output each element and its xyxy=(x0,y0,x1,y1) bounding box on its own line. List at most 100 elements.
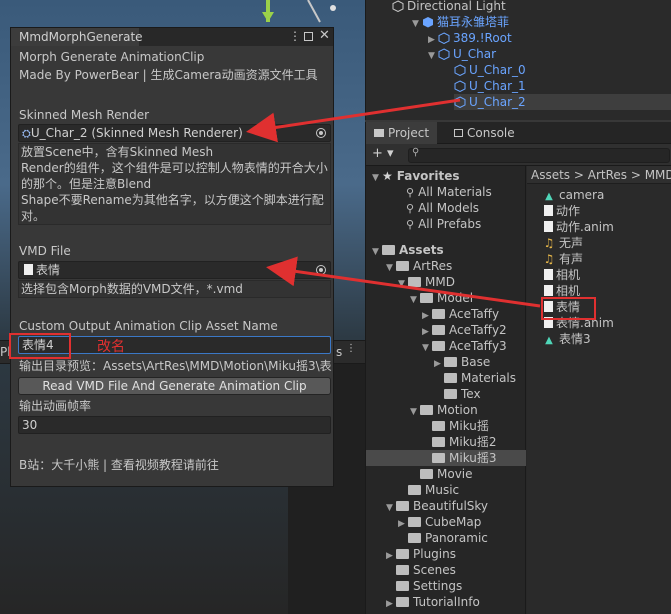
asset-item[interactable]: ♫ 有声 xyxy=(542,251,583,267)
tree-item-label: Motion xyxy=(437,403,478,417)
breadcrumb[interactable]: Assets > ArtRes > MMD xyxy=(527,166,671,184)
panel-controls-icon[interactable]: ⋮ xyxy=(346,343,356,354)
file-icon xyxy=(544,285,553,296)
asset-label: 动作 xyxy=(556,204,581,218)
gameobject-icon xyxy=(392,0,404,13)
asset-item[interactable]: ▲ camera xyxy=(542,187,604,203)
scene-strip-right[interactable]: s xyxy=(336,345,342,359)
tree-item-label: AceTaffy xyxy=(449,307,500,321)
tree-item-label: Assets xyxy=(399,243,444,257)
hierarchy-item-selected[interactable]: U_Char_2 xyxy=(454,94,671,110)
footer-text: B站：大千小熊 | 查看视频教程请前往 xyxy=(19,458,219,472)
tree-item-label: Miku摇 xyxy=(449,419,489,433)
folder-icon xyxy=(420,405,433,415)
tree-item-search[interactable]: ⚲ All Prefabs xyxy=(396,216,481,232)
gameobject-icon xyxy=(438,48,450,61)
expand-arrow-icon[interactable]: ▼ xyxy=(412,16,422,32)
project-panel: Project Console + ▾ ⚲ ▼ ★ Favorites ⚲ All Ma… xyxy=(365,122,671,614)
asset-item[interactable]: ♫ 无声 xyxy=(542,235,583,251)
window-tabbar: MmdMorphGenerate ⋮ ✕ xyxy=(11,28,333,46)
audio-icon: ♫ xyxy=(543,236,555,250)
prefab-icon xyxy=(422,16,434,28)
gameobject-icon xyxy=(454,80,466,93)
more-options-icon[interactable]: ⋮ xyxy=(289,29,301,43)
tree-item-folder[interactable]: Movie xyxy=(410,466,473,482)
skinned-mesh-field[interactable]: ⛭U_Char_2 (Skinned Mesh Renderer) xyxy=(18,124,331,142)
tree-item-label: Panoramic xyxy=(425,531,488,545)
tree-item-folder[interactable]: Miku摇3 xyxy=(366,450,526,466)
tree-item-folder[interactable]: ▼ Assets xyxy=(372,242,444,258)
tree-item-star[interactable]: ▼ ★ Favorites xyxy=(372,168,459,184)
window-tab[interactable]: MmdMorphGenerate xyxy=(11,28,143,46)
tree-item-label: Materials xyxy=(461,371,517,385)
tree-item-folder[interactable]: ▶ CubeMap xyxy=(398,514,481,530)
create-button[interactable]: + ▾ xyxy=(372,146,394,161)
tree-item-folder[interactable]: Miku摇 xyxy=(422,418,489,434)
tree-item-folder[interactable]: Materials xyxy=(434,370,516,386)
asset-item[interactable]: ▲ 表情3 xyxy=(542,331,591,347)
expanded-arrow-icon[interactable]: ▼ xyxy=(410,404,420,420)
tree-item-folder[interactable]: ▼ ArtRes xyxy=(386,258,452,274)
tree-item-label: BeautifulSky xyxy=(413,499,489,513)
expanded-arrow-icon[interactable]: ▼ xyxy=(386,260,396,276)
tree-item-folder[interactable]: ▶ TutorialInfo xyxy=(386,594,480,610)
expand-arrow-icon[interactable]: ▼ xyxy=(428,48,438,64)
folder-icon xyxy=(396,581,409,591)
hierarchy-item[interactable]: U_Char_1 xyxy=(454,78,526,94)
tree-item-folder[interactable]: Panoramic xyxy=(398,530,488,546)
asset-item[interactable]: 动作.anim xyxy=(542,219,614,235)
tree-item-folder[interactable]: ▶ Base xyxy=(434,354,490,370)
tree-item-folder[interactable]: Music xyxy=(398,482,459,498)
expanded-arrow-icon[interactable]: ▼ xyxy=(372,244,382,260)
tree-item-folder[interactable]: ▶ AceTaffy xyxy=(422,306,499,322)
search-icon: ⚲ xyxy=(406,218,415,231)
project-tabbar: Project Console xyxy=(366,122,671,144)
collapsed-arrow-icon[interactable]: ▶ xyxy=(386,596,396,612)
hierarchy-item[interactable]: ▶ 389.!Root xyxy=(428,30,512,46)
hierarchy-item[interactable]: U_Char_0 xyxy=(454,62,526,78)
asset-item[interactable]: 动作 xyxy=(542,203,580,219)
tree-item-folder[interactable]: ▼ Model xyxy=(410,290,473,306)
object-picker-icon[interactable] xyxy=(316,265,326,275)
search-input[interactable]: ⚲ xyxy=(408,147,670,163)
fps-input[interactable]: 30 xyxy=(18,416,331,434)
asset-item[interactable]: 相机 xyxy=(542,267,580,283)
generate-animation-button[interactable]: Read VMD File And Generate Animation Cli… xyxy=(18,377,331,395)
hierarchy-item[interactable]: ▼ U_Char xyxy=(428,46,496,62)
object-picker-icon[interactable] xyxy=(316,128,326,138)
tab-console[interactable]: Console xyxy=(446,122,523,144)
tree-item-label: Model xyxy=(437,291,474,305)
maximize-icon[interactable] xyxy=(304,32,313,41)
hierarchy-item[interactable]: Directional Light xyxy=(392,0,506,14)
expanded-arrow-icon[interactable]: ▼ xyxy=(410,292,420,308)
tree-item-folder[interactable]: ▼ Motion xyxy=(410,402,478,418)
skinned-mesh-icon: ⛭ xyxy=(22,127,31,140)
annotation-box xyxy=(541,297,596,320)
tree-item-folder[interactable]: ▶ AceTaffy2 xyxy=(422,322,507,338)
tree-item-folder[interactable]: Scenes xyxy=(386,562,456,578)
tree-item-search[interactable]: ⚲ All Materials xyxy=(396,184,492,200)
annotation-text: 改名 xyxy=(97,339,125,355)
tab-project[interactable]: Project xyxy=(366,122,438,144)
folder-icon xyxy=(420,469,433,479)
output-name-label: Custom Output Animation Clip Asset Name xyxy=(19,319,278,333)
vmd-file-field[interactable]: 表情 xyxy=(18,261,331,279)
tree-item-folder[interactable]: Miku摇2 xyxy=(422,434,497,450)
asset-label: 有声 xyxy=(559,252,584,266)
close-icon[interactable]: ✕ xyxy=(319,28,330,43)
tree-item-folder[interactable]: Tex xyxy=(434,386,481,402)
tree-item-search[interactable]: ⚲ All Models xyxy=(396,200,479,216)
tree-item-folder[interactable]: ▼ BeautifulSky xyxy=(386,498,488,514)
search-icon: ⚲ xyxy=(406,186,415,199)
expanded-arrow-icon[interactable]: ▼ xyxy=(398,276,408,292)
expanded-arrow-icon[interactable]: ▼ xyxy=(422,340,432,356)
tree-item-folder[interactable]: ▼ AceTaffy3 xyxy=(422,338,507,354)
tree-item-folder[interactable]: Settings xyxy=(386,578,462,594)
expanded-arrow-icon[interactable]: ▼ xyxy=(372,170,382,186)
tree-item-folder[interactable]: ▼ MMD xyxy=(398,274,455,290)
hierarchy-item[interactable]: ▼ 猫耳永雏塔菲 xyxy=(412,14,509,30)
expanded-arrow-icon[interactable]: ▼ xyxy=(386,500,396,516)
search-icon: ⚲ xyxy=(412,147,420,158)
scene-gizmo[interactable] xyxy=(238,0,348,30)
tree-item-folder[interactable]: ▶ Plugins xyxy=(386,546,456,562)
